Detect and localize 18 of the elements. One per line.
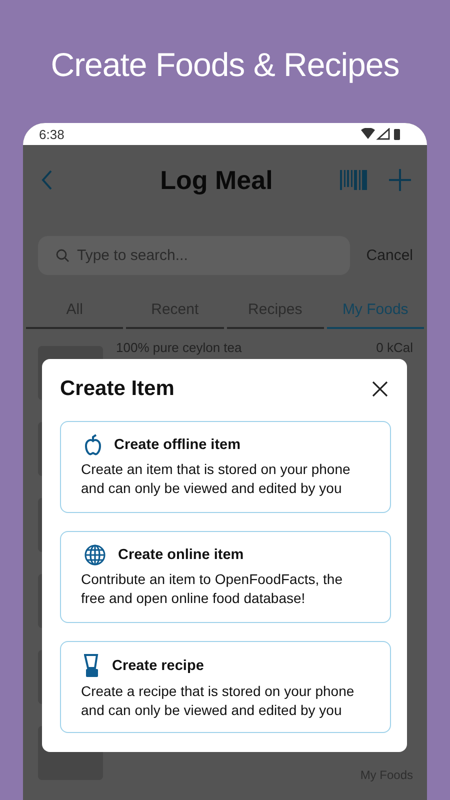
dialog-title: Create Item bbox=[60, 377, 174, 401]
blender-icon bbox=[84, 654, 100, 678]
status-icons bbox=[361, 128, 403, 140]
banner-title: Create Foods & Recipes bbox=[50, 45, 400, 85]
status-time: 6:38 bbox=[39, 126, 64, 142]
close-button[interactable] bbox=[371, 380, 389, 398]
apple-icon bbox=[84, 434, 102, 456]
tab[interactable]: My Foods bbox=[326, 301, 424, 329]
back-icon[interactable] bbox=[41, 170, 53, 190]
search-icon bbox=[56, 249, 69, 262]
create-option[interactable]: Create recipe Create a recipe that is stored on your phone and can only be viewed and edited by you bbox=[60, 641, 391, 733]
create-option[interactable]: Create offline item Create an item that is stored on your phone and can only be viewed and edited by you bbox=[60, 421, 391, 513]
plus-icon[interactable] bbox=[389, 169, 411, 191]
create-option[interactable]: Create online item Contribute an item to OpenFoodFacts, the free and open online food database! bbox=[60, 531, 391, 623]
globe-icon bbox=[84, 544, 106, 566]
screen-title: Log Meal bbox=[159, 164, 274, 196]
barcode-icon[interactable] bbox=[340, 170, 367, 190]
cancel-button[interactable]: Cancel bbox=[366, 247, 413, 264]
